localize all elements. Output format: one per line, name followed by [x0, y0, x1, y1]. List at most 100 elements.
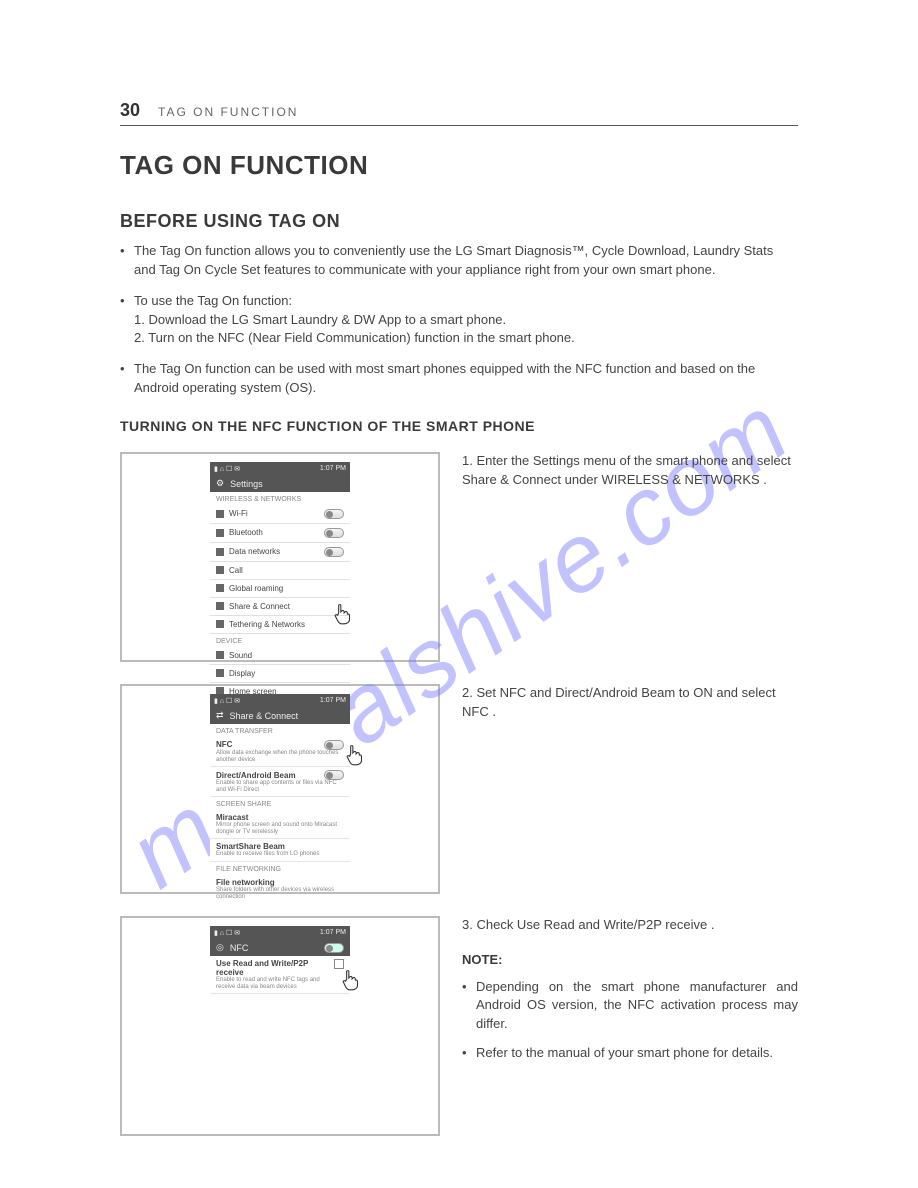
phone-row-call: Call — [210, 562, 350, 580]
toggle-icon — [324, 547, 344, 557]
phone-row-display: Display — [210, 665, 350, 683]
hand-pointer-icon — [338, 966, 364, 992]
bullet-item: • To use the Tag On function: 1. Downloa… — [120, 292, 798, 349]
phone-block-nfc: NFC Allow data exchange when the phone t… — [210, 737, 350, 767]
note-text: Refer to the manual of your smart phone … — [476, 1044, 773, 1063]
note-item: • Refer to the manual of your smart phon… — [462, 1044, 798, 1063]
step-number: 2. — [462, 685, 473, 700]
section-nfc-heading: TURNING ON THE NFC FUNCTION OF THE SMART… — [120, 418, 798, 434]
block-desc: Enable to share app contents or files vi… — [216, 780, 344, 793]
phone-row-label: Wi-Fi — [229, 509, 248, 518]
running-title: TAG ON FUNCTION — [158, 105, 298, 119]
status-icons: ▮ ⌂ ☐ ✉ — [214, 929, 240, 937]
share-icon — [216, 602, 224, 610]
block-title: Use Read and Write/P2P receive — [216, 959, 330, 977]
phone-row-tethering: Tethering & Networks — [210, 616, 350, 634]
sublist-item: 2. Turn on the NFC (Near Field Communica… — [134, 329, 798, 348]
toggle-on-icon — [324, 943, 344, 953]
phone-section-header: WIRELESS & NETWORKS — [210, 492, 350, 505]
phone-mock-share-connect: ▮ ⌂ ☐ ✉ 1:07 PM ⇄ Share & Connect DATA T… — [210, 694, 350, 884]
hand-pointer-icon — [330, 600, 356, 626]
phone-status-bar: ▮ ⌂ ☐ ✉ 1:07 PM — [210, 462, 350, 476]
call-icon — [216, 566, 224, 574]
phone-row-roaming: Global roaming — [210, 580, 350, 598]
sound-icon — [216, 651, 224, 659]
bullet-text-with-sublist: To use the Tag On function: 1. Download … — [134, 292, 798, 349]
step-text-with-notes: 3. Check Use Read and Write/P2P receive … — [462, 916, 798, 1136]
data-icon — [216, 548, 224, 556]
block-title: SmartShare Beam — [216, 842, 344, 851]
block-desc: Enable to receive files from LG phones — [216, 851, 344, 858]
step-number: 1. — [462, 453, 473, 468]
bullet-text: To use the Tag On function: — [134, 293, 292, 308]
manual-page: manualshive.com 30 TAG ON FUNCTION TAG O… — [0, 0, 918, 1188]
note-text: Depending on the smart phone manufacture… — [476, 978, 798, 1035]
phone-row-label: Share & Connect — [229, 602, 290, 611]
phone-mock-settings: ▮ ⌂ ☐ ✉ 1:07 PM ⚙ Settings WIRELESS & NE… — [210, 462, 350, 652]
before-bullets: • The Tag On function allows you to conv… — [120, 242, 798, 398]
block-title: File networking — [216, 878, 344, 887]
status-time: 1:07 PM — [320, 465, 346, 472]
toggle-icon — [324, 770, 344, 780]
toggle-icon — [324, 740, 344, 750]
step-description: Check Use Read and Write/P2P receive . — [476, 917, 714, 932]
phone-section-header: DATA TRANSFER — [210, 724, 350, 737]
step-text: 2. Set NFC and Direct/Android Beam to ON… — [462, 684, 798, 894]
phone-row-sound: Sound — [210, 647, 350, 665]
phone-row-label: Data networks — [229, 547, 280, 556]
status-time: 1:07 PM — [320, 697, 346, 704]
step-row: ▮ ⌂ ☐ ✉ 1:07 PM ⇄ Share & Connect DATA T… — [120, 684, 798, 894]
sublist-item: 1. Download the LG Smart Laundry & DW Ap… — [134, 311, 798, 330]
phone-screen-title: NFC — [230, 943, 249, 953]
phone-row-data: Data networks — [210, 543, 350, 562]
phone-row-wifi: Wi-Fi — [210, 505, 350, 524]
phone-screen-title: Share & Connect — [230, 711, 299, 721]
phone-row-label: Call — [229, 566, 243, 575]
phone-row-share-connect: Share & Connect — [210, 598, 350, 616]
share-icon: ⇄ — [216, 710, 224, 721]
page-title: TAG ON FUNCTION — [120, 150, 798, 181]
phone-row-label: Sound — [229, 651, 252, 660]
phone-row-label: Bluetooth — [229, 528, 263, 537]
phone-row-bluetooth: Bluetooth — [210, 524, 350, 543]
phone-screen-title-bar: ⚙ Settings — [210, 476, 350, 492]
phone-status-bar: ▮ ⌂ ☐ ✉ 1:07 PM — [210, 926, 350, 940]
sublist: 1. Download the LG Smart Laundry & DW Ap… — [134, 311, 798, 349]
status-time: 1:07 PM — [320, 929, 346, 936]
phone-row-label: Display — [229, 669, 255, 678]
phone-status-bar: ▮ ⌂ ☐ ✉ 1:07 PM — [210, 694, 350, 708]
phone-mock-nfc: ▮ ⌂ ☐ ✉ 1:07 PM ◎ NFC Use Read and Write… — [210, 926, 350, 1126]
step-description: Enter the Settings menu of the smart pho… — [462, 453, 791, 487]
globe-icon — [216, 584, 224, 592]
phone-row-label: Tethering & Networks — [229, 620, 305, 629]
phone-section-header: FILE NETWORKING — [210, 862, 350, 875]
phone-block-beam: Direct/Android Beam Enable to share app … — [210, 767, 350, 797]
bullet-text: The Tag On function can be used with mos… — [134, 360, 798, 398]
block-desc: Enable to read and write NFC tags and re… — [216, 977, 330, 990]
figure-box: ▮ ⌂ ☐ ✉ 1:07 PM ⇄ Share & Connect DATA T… — [120, 684, 440, 894]
bullet-item: • The Tag On function allows you to conv… — [120, 242, 798, 280]
bullet-dot-icon: • — [120, 292, 134, 349]
toggle-icon — [324, 509, 344, 519]
bluetooth-icon — [216, 529, 224, 537]
page-number: 30 — [120, 100, 140, 121]
phone-block-miracast: Miracast Mirror phone screen and sound o… — [210, 810, 350, 839]
phone-section-header: SCREEN SHARE — [210, 797, 350, 810]
phone-block-filenet: File networking Share folders with other… — [210, 875, 350, 903]
tether-icon — [216, 620, 224, 628]
phone-screen-title-bar: ◎ NFC — [210, 940, 350, 956]
block-title: Direct/Android Beam — [216, 771, 296, 780]
hand-pointer-icon — [342, 741, 368, 767]
status-icons: ▮ ⌂ ☐ ✉ — [214, 697, 240, 705]
phone-block-readwrite: Use Read and Write/P2P receive Enable to… — [210, 956, 350, 994]
block-desc: Share folders with other devices via wir… — [216, 887, 344, 900]
section-before-heading: BEFORE USING TAG ON — [120, 211, 798, 232]
block-desc: Allow data exchange when the phone touch… — [216, 750, 344, 763]
step-row: ▮ ⌂ ☐ ✉ 1:07 PM ◎ NFC Use Read and Write… — [120, 916, 798, 1136]
step-text: 1. Enter the Settings menu of the smart … — [462, 452, 798, 662]
phone-section-header: DEVICE — [210, 634, 350, 647]
display-icon — [216, 669, 224, 677]
bullet-item: • The Tag On function can be used with m… — [120, 360, 798, 398]
phone-block-smartshare: SmartShare Beam Enable to receive files … — [210, 839, 350, 862]
phone-row-label: Global roaming — [229, 584, 283, 593]
